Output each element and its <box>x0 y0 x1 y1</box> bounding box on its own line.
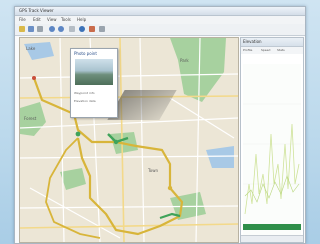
popup-line: Elevation data <box>74 99 96 103</box>
menu-edit[interactable]: Edit <box>33 17 41 22</box>
graph-canvas <box>243 103 301 230</box>
water-area <box>206 146 234 168</box>
map-label: Forest <box>24 116 37 121</box>
title-bar: GPS Track Viewer <box>15 7 305 16</box>
globe-icon[interactable] <box>79 26 85 32</box>
panel-title: Elevation <box>243 39 262 44</box>
water-area <box>24 42 54 60</box>
menu-tools[interactable]: Tools <box>61 17 71 22</box>
baseline-bar <box>243 224 301 230</box>
waypoint-marker <box>75 131 81 137</box>
park-area <box>170 38 226 102</box>
save-icon[interactable] <box>28 26 34 32</box>
panel-header: Elevation <box>241 38 303 47</box>
map-canvas <box>20 38 238 242</box>
toolbar <box>15 24 305 36</box>
photo-popup[interactable]: Photo point Waypoint info Elevation data <box>70 48 118 118</box>
waypoint-marker <box>167 185 173 191</box>
map-label: Town <box>148 168 159 173</box>
menu-bar: File Edit View Tools Help <box>15 16 305 24</box>
settings-icon[interactable] <box>99 26 105 32</box>
elevation-graph[interactable] <box>243 64 301 236</box>
elevation-panel: Elevation Profile Speed Stats <box>240 37 304 243</box>
map-label: Park <box>180 58 189 63</box>
app-title: GPS Track Viewer <box>19 8 54 13</box>
tab-stats[interactable]: Stats <box>277 48 285 52</box>
start-marker <box>32 76 36 80</box>
zoom-out-icon[interactable] <box>58 26 64 32</box>
open-icon[interactable] <box>19 26 25 32</box>
waypoint-marker <box>113 139 119 145</box>
tab-profile[interactable]: Profile <box>243 48 252 52</box>
popup-line: Waypoint info <box>74 91 95 95</box>
park-area <box>60 168 86 190</box>
panel-footer <box>241 235 303 242</box>
tab-speed[interactable]: Speed <box>261 48 270 52</box>
app-window-screenshot: GPS Track Viewer File Edit View Tools He… <box>14 6 306 244</box>
elevation-line <box>244 123 300 215</box>
menu-view[interactable]: View <box>47 17 57 22</box>
popup-title: Photo point <box>74 51 97 56</box>
zoom-in-icon[interactable] <box>49 26 55 32</box>
map-label: Lake <box>26 46 36 51</box>
map-view[interactable]: Park Lake Forest Town Photo point Waypoi… <box>19 37 239 243</box>
print-icon[interactable] <box>37 26 43 32</box>
pan-icon[interactable] <box>69 26 75 32</box>
panel-tabs: Profile Speed Stats <box>241 47 303 54</box>
track-icon[interactable] <box>89 26 95 32</box>
menu-help[interactable]: Help <box>77 17 86 22</box>
menu-file[interactable]: File <box>19 17 26 22</box>
popup-photo <box>75 59 113 85</box>
